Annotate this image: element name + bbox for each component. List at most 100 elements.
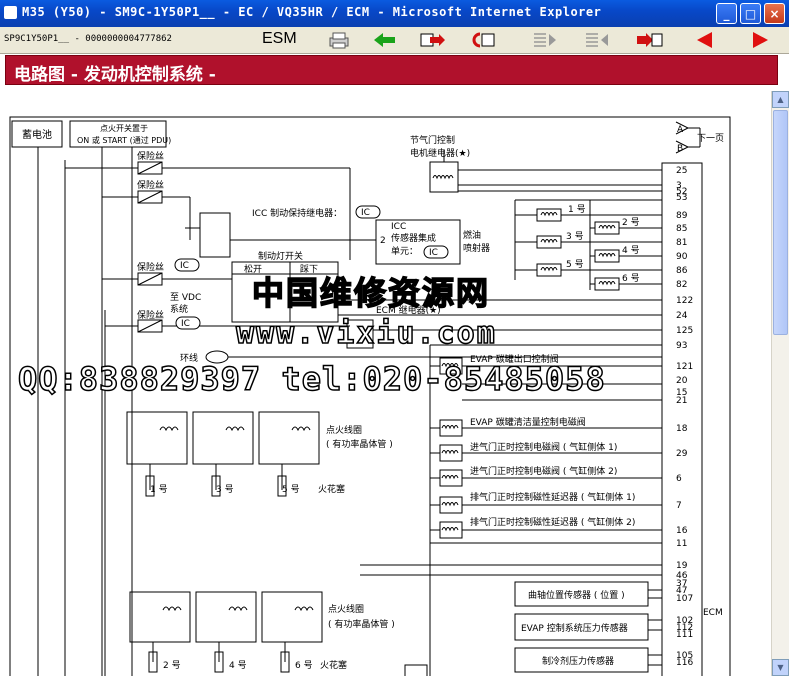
evap-pressure-sensor-label: EVAP 控制系统压力传感器 xyxy=(521,622,628,634)
close-button[interactable]: × xyxy=(764,3,785,24)
ecm-pin-90: 90 xyxy=(676,252,688,262)
intake-valve-2-label: 进气门正时控制电磁阀 ( 气缸侧体 2) xyxy=(470,465,617,477)
injector-4-label: 4 号 xyxy=(622,245,640,256)
window-title: M35 (Y50) - SM9C-1Y50P1__ - EC / VQ35HR … xyxy=(22,5,602,19)
scroll-down-button[interactable]: ▼ xyxy=(772,659,789,676)
evap-outlet-valve-label: EVAP 碳罐出口控制阀 xyxy=(470,353,559,365)
fuse-label-3: 保险丝 xyxy=(137,261,164,273)
window-titlebar: M35 (Y50) - SM9C-1Y50P1__ - EC / VQ35HR … xyxy=(0,0,789,27)
ecm-label: ECM xyxy=(703,608,723,618)
expand-all-icon[interactable] xyxy=(530,30,560,50)
scroll-thumb[interactable] xyxy=(773,110,788,335)
ic-badge-brake: IC xyxy=(180,261,189,271)
ecm-pin-16: 16 xyxy=(676,526,688,536)
ic-badge-icc-relay: IC xyxy=(361,208,370,218)
brake-release-label: 松开 xyxy=(244,263,262,275)
vertical-scrollbar[interactable]: ▲ ▼ xyxy=(771,91,789,676)
ecm-pin-111: 111 xyxy=(676,630,693,640)
ecm-pin-89: 89 xyxy=(676,211,688,221)
ecm-pin-29: 29 xyxy=(676,449,688,459)
throttle-relay-label-1: 节气门控制 xyxy=(410,134,455,146)
cyl-2-label: 2 号 xyxy=(163,660,181,671)
print-icon[interactable] xyxy=(324,30,354,50)
cyl-5-label: 5 号 xyxy=(282,484,300,495)
ecm-pin-20: 20 xyxy=(676,376,688,386)
ign-coil-top-label-2: ( 有功率晶体管 ) xyxy=(326,438,393,450)
back-arrow-icon[interactable] xyxy=(370,30,400,50)
icc-sensor-label-1: ICC xyxy=(391,222,406,232)
injector-1-label: 1 号 xyxy=(568,204,586,215)
esm-button[interactable]: ESM xyxy=(262,30,297,48)
collapse-all-icon[interactable] xyxy=(582,30,612,50)
spark-plug-bottom-label: 火花塞 xyxy=(320,659,347,671)
ic-badge-icc-sensor: IC xyxy=(429,248,438,258)
connector-a-label: A xyxy=(677,125,684,135)
ecm-pin-107: 107 xyxy=(676,594,693,604)
ecm-pin-93: 93 xyxy=(676,341,687,351)
ecm-pin-116: 116 xyxy=(676,658,693,668)
ecm-pin-11: 11 xyxy=(676,539,687,549)
battery-label: 蓄电池 xyxy=(22,128,52,141)
ecm-relay-label: ECM 继电器(★) xyxy=(376,304,441,316)
vdc-label-2: 系统 xyxy=(170,303,188,315)
ecm-pin-24: 24 xyxy=(676,311,688,321)
ecm-pin-121: 121 xyxy=(676,362,693,372)
cyl-4-label: 4 号 xyxy=(229,660,247,671)
next-icon[interactable] xyxy=(745,30,775,50)
connector-b-label: B xyxy=(677,144,683,154)
ecm-pin-21: 21 xyxy=(676,396,687,406)
evap-purge-valve-label: EVAP 碳罐清洁量控制电磁阀 xyxy=(470,416,586,428)
icc-sensor-label-2: 传感器集成 xyxy=(391,232,436,244)
ecm-pin-19: 19 xyxy=(676,561,688,571)
fuse-label-4: 保险丝 xyxy=(137,309,164,321)
maximize-button[interactable]: □ xyxy=(740,3,761,24)
ecm-pin-86: 86 xyxy=(676,266,688,276)
scroll-up-button[interactable]: ▲ xyxy=(772,91,789,108)
crank-sensor-label: 曲轴位置传感器 ( 位置 ) xyxy=(528,589,625,601)
spark-plug-top-label: 火花塞 xyxy=(318,483,345,495)
ign-coil-bottom-label-1: 点火线圈 xyxy=(328,603,364,615)
next-page-label: 下一页 xyxy=(697,133,724,144)
ign-switch-label-1: 点火开关置于 xyxy=(100,123,148,133)
icc-sensor-label-3: 单元： xyxy=(391,245,418,257)
ecm-pin-81: 81 xyxy=(676,238,687,248)
exhaust-retarder-1-label: 排气门正时控制磁性延迟器 ( 气缸侧体 1) xyxy=(470,491,635,503)
ecm-pin-85: 85 xyxy=(676,224,687,234)
fuse-label-1: 保险丝 xyxy=(137,150,164,162)
minimize-button[interactable]: _ xyxy=(716,3,737,24)
vdc-label-1: 至 VDC xyxy=(170,292,201,303)
ic-badge-vdc: IC xyxy=(181,319,190,329)
ign-coil-bottom-label-2: ( 有功率晶体管 ) xyxy=(328,618,395,630)
ecm-pin-6: 6 xyxy=(676,474,682,484)
injector-2-label: 2 号 xyxy=(622,217,640,228)
page-title: 电路图 - 发动机控制系统 - xyxy=(14,65,216,85)
ecm-pin-18: 18 xyxy=(676,424,688,434)
injector-5-label: 5 号 xyxy=(566,259,584,270)
icc-relay-label: ICC 制动保持继电器： xyxy=(252,207,342,219)
injector-label-1: 燃油 xyxy=(463,229,481,241)
ign-switch-label-2: ON 或 START (通过 PDU) xyxy=(77,135,171,145)
go-section-icon[interactable] xyxy=(634,30,664,50)
loop-label: 环线 xyxy=(180,352,198,364)
brake-press-label: 踩下 xyxy=(300,264,318,275)
refresh-page-icon[interactable] xyxy=(468,30,498,50)
previous-icon[interactable] xyxy=(690,30,720,50)
injector-6-label: 6 号 xyxy=(622,273,640,284)
icc-pin-num: 2 xyxy=(380,236,386,246)
ecm-pin-7: 7 xyxy=(676,501,682,511)
document-id: SP9C1Y50P1__ - 0000000004777862 xyxy=(4,34,172,44)
cyl-3-label: 3 号 xyxy=(216,484,234,495)
ecm-pin-122: 122 xyxy=(676,296,693,306)
cyl-1-label: 1 号 xyxy=(150,484,168,495)
ign-coil-top-label-1: 点火线圈 xyxy=(326,424,362,436)
next-page-icon[interactable] xyxy=(418,30,448,50)
ecm-pin-53: 53 xyxy=(676,193,687,203)
ecm-pin-125: 125 xyxy=(676,326,693,336)
injector-3-label: 3 号 xyxy=(566,231,584,242)
ecm-pin-25: 25 xyxy=(676,166,687,176)
fuse-label-2: 保险丝 xyxy=(137,179,164,191)
refrigerant-sensor-label: 制冷剂压力传感器 xyxy=(542,655,614,667)
intake-valve-1-label: 进气门正时控制电磁阀 ( 气缸侧体 1) xyxy=(470,441,617,453)
brake-switch-label: 制动灯开关 xyxy=(258,250,303,262)
esm-toolbar: SP9C1Y50P1__ - 0000000004777862 ESM xyxy=(0,27,789,54)
